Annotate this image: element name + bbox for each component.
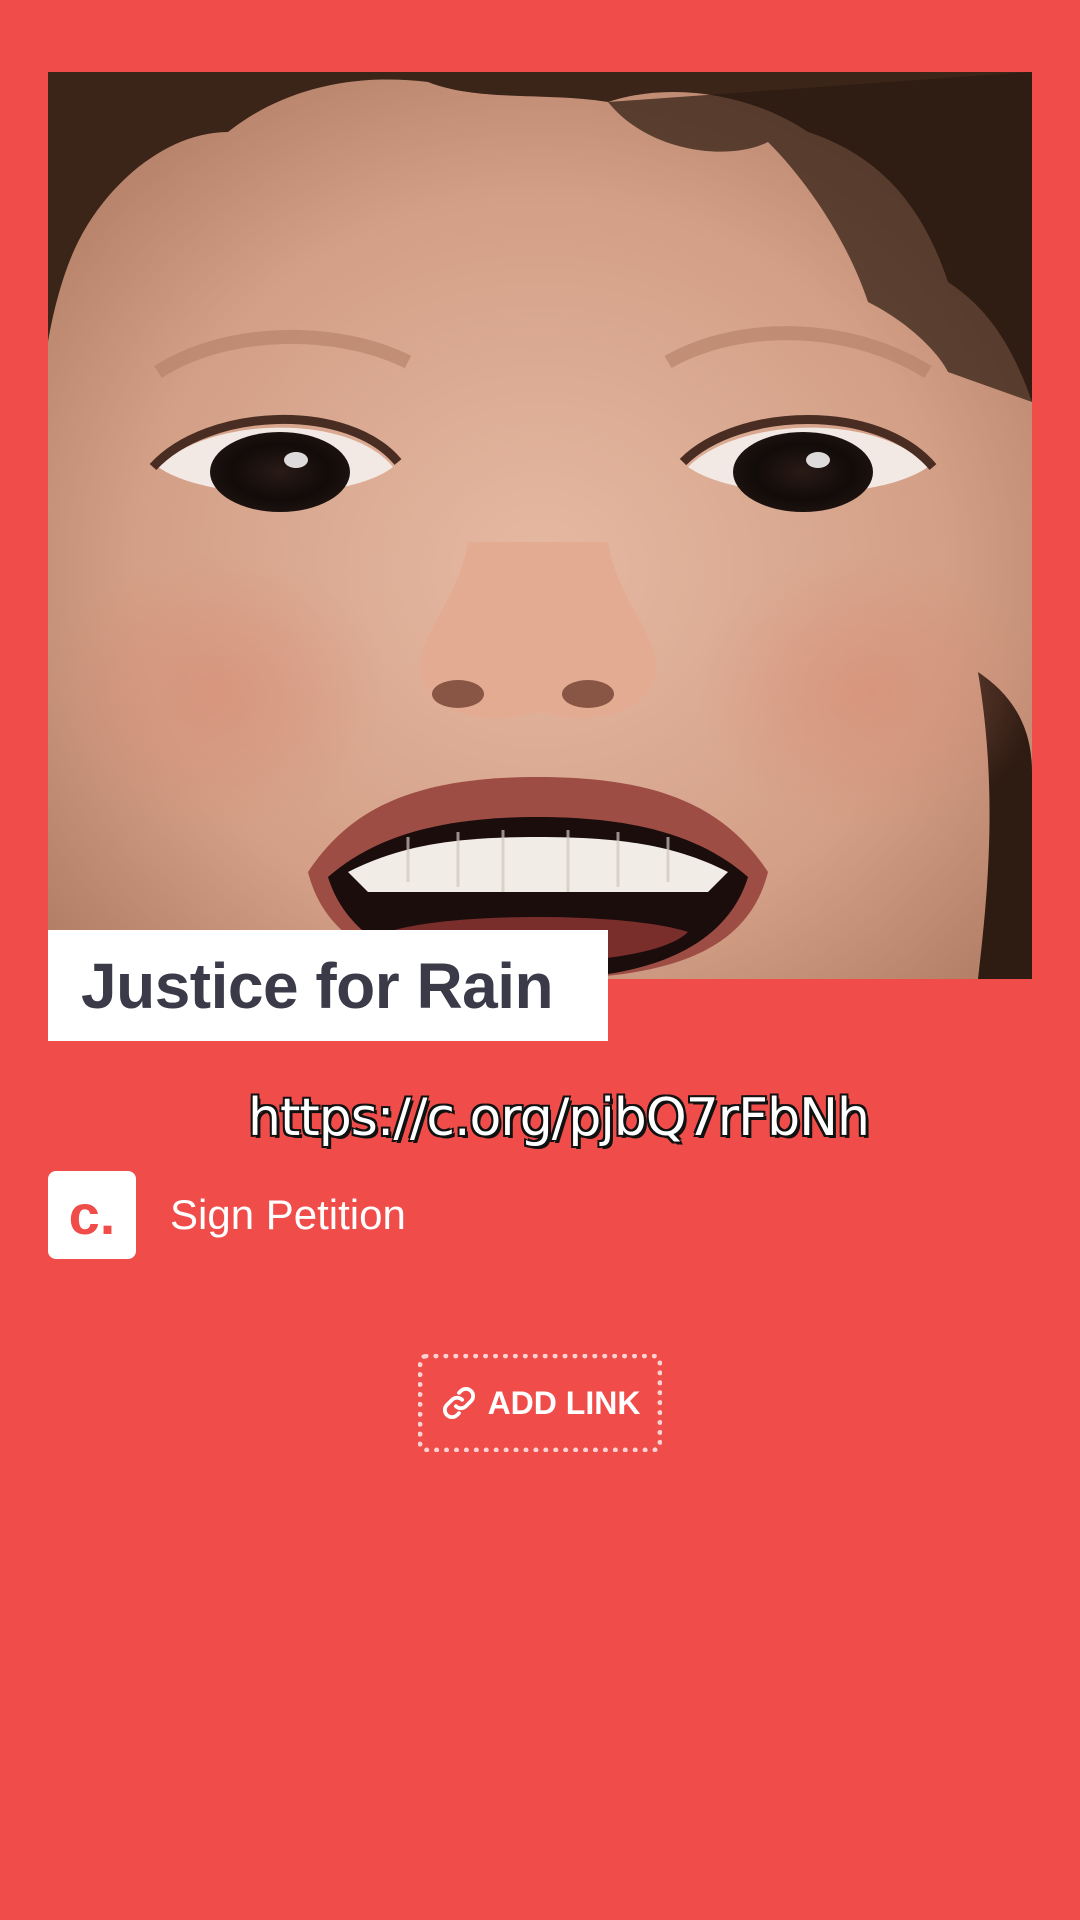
sign-petition-link[interactable]: c. Sign Petition (48, 1171, 406, 1259)
petition-url[interactable]: https://c.org/pjbQ7rFbNh (247, 1091, 871, 1145)
sign-petition-label: Sign Petition (170, 1191, 406, 1238)
petition-title: Justice for Rain (81, 949, 554, 1022)
petition-photo (48, 72, 1032, 979)
change-org-logo: c. (48, 1171, 136, 1259)
add-link-button[interactable]: ADD LINK (418, 1354, 662, 1452)
child-face-image (48, 72, 1032, 979)
link-icon (440, 1384, 478, 1422)
add-link-label: ADD LINK (487, 1384, 641, 1421)
petition-title-box: Justice for Rain (48, 930, 608, 1041)
